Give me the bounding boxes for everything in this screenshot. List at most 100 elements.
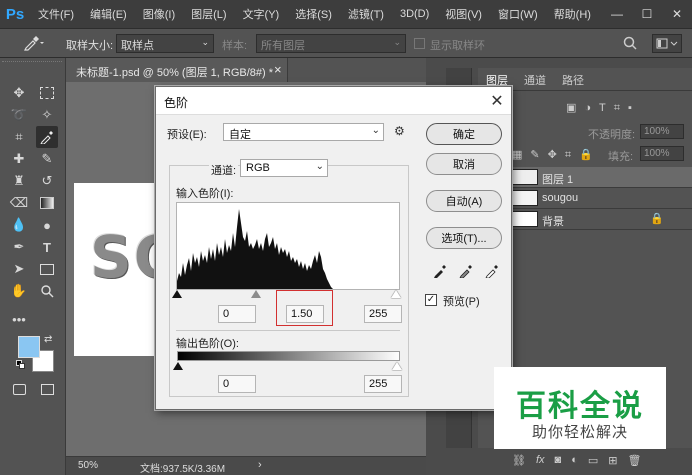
move-tool-icon[interactable]: ✥ bbox=[8, 82, 30, 104]
channel-label: 通道: bbox=[209, 162, 239, 178]
auto-button[interactable]: 自动(A) bbox=[426, 190, 502, 212]
default-colors-icon[interactable] bbox=[16, 360, 26, 370]
pen-tool-icon[interactable]: ✒ bbox=[8, 236, 30, 258]
trash-icon[interactable]: 🗑 bbox=[627, 454, 641, 467]
show-ring-checkbox[interactable] bbox=[414, 38, 425, 49]
healing-brush-tool-icon[interactable]: ✚ bbox=[8, 148, 30, 170]
layer-thumbnail bbox=[510, 169, 538, 185]
menu-filter[interactable]: 滤镜(T) bbox=[340, 6, 392, 22]
lock-icons[interactable]: ▦✎✥⌗🔒 bbox=[512, 148, 601, 162]
channel-dropdown[interactable]: RGB ⌄ bbox=[240, 159, 328, 177]
menu-edit[interactable]: 编辑(E) bbox=[82, 6, 135, 22]
layer-name: 图层 1 bbox=[542, 174, 574, 186]
document-canvas[interactable]: SO bbox=[74, 183, 156, 356]
quick-mask-icon[interactable] bbox=[8, 378, 30, 400]
output-white-field[interactable]: 255 bbox=[364, 375, 402, 393]
new-layer-icon[interactable]: ⊞ bbox=[608, 454, 617, 467]
link-icon[interactable]: ⛓ bbox=[512, 454, 526, 467]
magic-wand-tool-icon[interactable]: ✧ bbox=[36, 104, 58, 126]
preset-options-gear-icon[interactable]: ⚙ bbox=[394, 124, 405, 138]
output-white-handle[interactable] bbox=[392, 362, 402, 370]
input-black-point-handle[interactable] bbox=[172, 290, 182, 298]
gamma-highlight-annotation bbox=[276, 290, 333, 326]
swap-colors-icon[interactable]: ⇄ bbox=[44, 334, 52, 345]
search-icon[interactable] bbox=[622, 35, 640, 53]
opacity-field[interactable]: 100% bbox=[640, 124, 684, 139]
black-point-eyedropper-icon[interactable] bbox=[432, 263, 448, 279]
chevron-down-icon: ⌄ bbox=[201, 37, 209, 47]
lasso-tool-icon[interactable]: ➰ bbox=[8, 104, 30, 126]
mask-icon[interactable]: ◙ bbox=[555, 454, 562, 466]
preview-checkbox[interactable]: ✓ bbox=[425, 294, 437, 306]
menu-view[interactable]: 视图(V) bbox=[437, 6, 490, 22]
sample-select[interactable]: 所有图层 ⌄ bbox=[256, 34, 406, 53]
output-black-handle[interactable] bbox=[173, 362, 183, 370]
status-menu-arrow[interactable]: › bbox=[258, 459, 262, 471]
foreground-color-swatch[interactable] bbox=[18, 336, 40, 358]
ok-button[interactable]: 确定 bbox=[426, 123, 502, 145]
preset-dropdown[interactable]: 自定 ⌄ bbox=[223, 123, 384, 141]
menu-layer[interactable]: 图层(L) bbox=[183, 6, 234, 22]
zoom-tool-icon[interactable] bbox=[36, 280, 58, 302]
close-window-button[interactable]: ✕ bbox=[662, 0, 692, 28]
input-white-field[interactable]: 255 bbox=[364, 305, 402, 323]
brush-tool-icon[interactable]: ✎ bbox=[36, 148, 58, 170]
path-selection-tool-icon[interactable]: ➤ bbox=[8, 258, 30, 280]
type-tool-icon[interactable]: T bbox=[36, 236, 58, 258]
cancel-button[interactable]: 取消 bbox=[426, 153, 502, 175]
tab-paths[interactable]: 路径 bbox=[556, 68, 590, 90]
tab-channels[interactable]: 通道 bbox=[518, 68, 552, 90]
hand-tool-icon[interactable]: ✋ bbox=[8, 280, 30, 302]
document-tab[interactable]: 未标题-1.psd @ 50% (图层 1, RGB/8#) * × bbox=[66, 58, 288, 82]
maximize-button[interactable]: ☐ bbox=[632, 0, 662, 28]
menu-help[interactable]: 帮助(H) bbox=[546, 6, 599, 22]
folder-icon[interactable]: ▭ bbox=[588, 454, 598, 467]
menu-3d[interactable]: 3D(D) bbox=[392, 8, 437, 20]
input-levels-label: 输入色阶(I): bbox=[176, 188, 234, 200]
clone-stamp-tool-icon[interactable]: ♜ bbox=[8, 170, 30, 192]
input-black-field[interactable]: 0 bbox=[218, 305, 256, 323]
eyedropper-preset-icon[interactable] bbox=[22, 35, 46, 53]
blur-tool-icon[interactable]: 💧 bbox=[8, 214, 30, 236]
menu-bar: Ps 文件(F) 编辑(E) 图像(I) 图层(L) 文字(Y) 选择(S) 滤… bbox=[0, 0, 692, 28]
menu-file[interactable]: 文件(F) bbox=[30, 6, 82, 22]
fill-label: 填充: bbox=[608, 151, 634, 163]
workspace-switcher-icon[interactable] bbox=[652, 34, 682, 53]
fill-field[interactable]: 100% bbox=[640, 146, 684, 161]
crop-tool-icon[interactable]: ⌗ bbox=[8, 126, 30, 148]
levels-dialog: 色阶 ✕ 预设(E): 自定 ⌄ ⚙ 通道: RGB ⌄ 输入色阶(I): 0 … bbox=[155, 86, 512, 410]
input-white-point-handle[interactable] bbox=[391, 290, 401, 298]
gray-point-eyedropper-icon[interactable] bbox=[458, 263, 474, 279]
menu-type[interactable]: 文字(Y) bbox=[235, 6, 288, 22]
eraser-tool-icon[interactable]: ⌫ bbox=[8, 192, 30, 214]
dialog-titlebar[interactable]: 色阶 ✕ bbox=[156, 87, 511, 115]
rectangle-tool-icon[interactable] bbox=[36, 258, 58, 280]
show-ring-label: 显示取样环 bbox=[430, 40, 485, 52]
zoom-level[interactable]: 50% bbox=[78, 460, 98, 471]
output-levels-gradient bbox=[177, 351, 400, 361]
menu-window[interactable]: 窗口(W) bbox=[490, 6, 546, 22]
dialog-close-button[interactable]: ✕ bbox=[486, 90, 508, 112]
gradient-tool-icon[interactable] bbox=[36, 192, 58, 214]
menu-image[interactable]: 图像(I) bbox=[135, 6, 183, 22]
white-point-eyedropper-icon[interactable] bbox=[484, 263, 500, 279]
sample-size-select[interactable]: 取样点 ⌄ bbox=[116, 34, 214, 53]
minimize-button[interactable]: — bbox=[602, 0, 632, 28]
options-bar: 取样大小: 取样点 ⌄ 样本: 所有图层 ⌄ 显示取样环 bbox=[0, 28, 692, 58]
close-tab-icon[interactable]: × bbox=[274, 62, 282, 77]
layer-filter-icons[interactable]: ▣◑T⌗▪ bbox=[566, 101, 640, 115]
layer-name: 背景 bbox=[542, 216, 564, 228]
fx-icon[interactable]: fx bbox=[536, 454, 545, 466]
eyedropper-tool-icon[interactable] bbox=[36, 126, 58, 148]
input-gamma-handle[interactable] bbox=[251, 290, 261, 298]
output-black-field[interactable]: 0 bbox=[218, 375, 256, 393]
options-button[interactable]: 选项(T)... bbox=[426, 227, 502, 249]
dodge-tool-icon[interactable]: ● bbox=[36, 214, 58, 236]
adjustment-icon[interactable]: ◐ bbox=[571, 454, 578, 466]
screen-mode-icon[interactable] bbox=[36, 378, 58, 400]
marquee-tool-icon[interactable] bbox=[36, 82, 58, 104]
preview-label: 预览(P) bbox=[443, 296, 480, 308]
menu-select[interactable]: 选择(S) bbox=[287, 6, 340, 22]
history-brush-tool-icon[interactable]: ↺ bbox=[36, 170, 58, 192]
more-tools-icon[interactable]: ••• bbox=[8, 308, 30, 330]
